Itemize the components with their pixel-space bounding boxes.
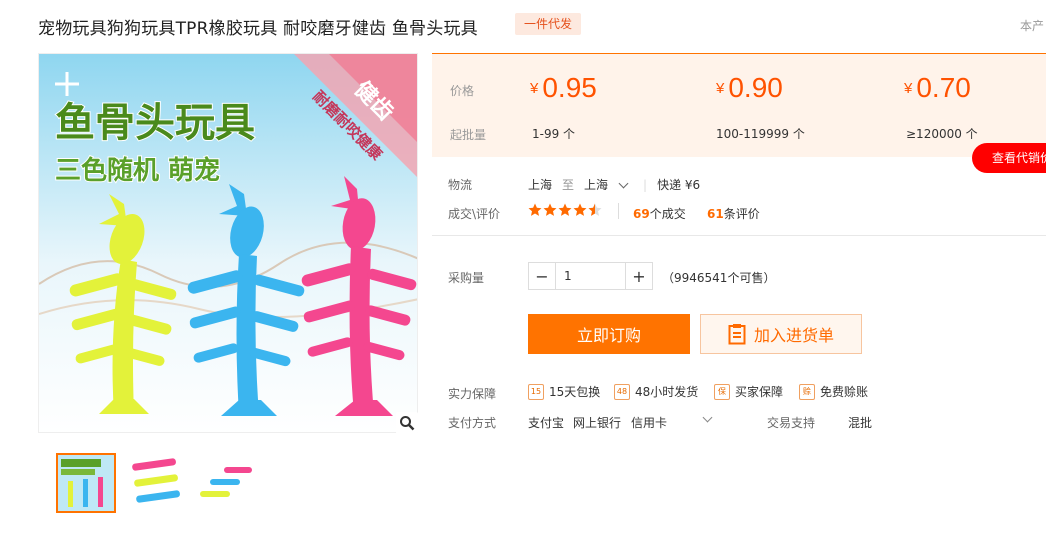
banner-title: 鱼骨头玩具 (55, 100, 255, 146)
logistics-label: 物流 (448, 178, 473, 192)
shipping-fee: 快递 ¥6 (657, 178, 701, 192)
price-tier-3: ¥0.70 (904, 72, 971, 104)
increase-button[interactable]: + (626, 263, 652, 289)
deals-reviews-label: 成交\评价 (448, 207, 501, 221)
separator: | (643, 177, 648, 192)
to-word: 至 (562, 178, 575, 192)
add-to-cart-button[interactable]: 加入进货单 (700, 314, 862, 354)
star-rating (528, 203, 602, 220)
section-divider (432, 235, 1046, 236)
divider (618, 203, 619, 219)
banner-subtitle: 三色随机 萌宠 (55, 155, 220, 186)
add-to-cart-label: 加入进货单 (753, 326, 834, 345)
price-tier-1: ¥0.95 (530, 72, 597, 104)
currency-symbol: ¥ (716, 80, 725, 97)
payment-label: 支付方式 (448, 416, 497, 430)
currency-symbol: ¥ (530, 80, 539, 97)
price-value: 0.90 (728, 72, 783, 103)
main-product-image[interactable]: 健齿 耐磨耐咬健康 鱼骨头玩具 三色随机 萌宠 (38, 53, 418, 433)
quantity-input[interactable]: 1 (555, 263, 626, 289)
chevron-down-icon[interactable] (618, 178, 629, 188)
price-value: 0.70 (916, 72, 971, 103)
tier-3-range: ≥120000 个 (906, 127, 978, 141)
guarantee-48h-ship[interactable]: 48 48小时发货 (614, 383, 698, 400)
mixed-batch-value: 混批 (848, 416, 873, 430)
payment-online-bank: 网上银行 (573, 416, 622, 430)
price-label: 价格 (450, 84, 475, 98)
guarantee-label: 实力保障 (448, 387, 497, 401)
origin-city: 上海 (528, 178, 553, 192)
price-value: 0.95 (542, 72, 597, 103)
trade-support-label: 交易支持 (767, 416, 816, 430)
zoom-icon[interactable] (396, 412, 418, 434)
product-title: 宠物玩具狗狗玩具TPR橡胶玩具 耐咬磨牙健齿 鱼骨头玩具 (38, 19, 478, 39)
tier-1-range: 1-99 个 (532, 127, 576, 141)
dropship-badge[interactable]: 一件代发 (515, 13, 582, 35)
quantity-stepper: − 1 + (528, 262, 653, 290)
reviews-count[interactable]: 61条评价 (707, 205, 760, 222)
free-credit-icon: 赊 (799, 383, 815, 400)
tier-2-range: 100-119999 个 (716, 127, 805, 141)
logistics-route[interactable]: 上海 至 上海 | 快递 ¥6 (528, 176, 700, 193)
clipboard-icon (728, 324, 746, 345)
stock-count: （9946541个可售） (662, 271, 776, 285)
decrease-button[interactable]: − (529, 263, 555, 289)
currency-symbol: ¥ (904, 80, 913, 97)
chevron-down-icon[interactable] (702, 412, 713, 423)
15-day-return-icon: 15 (528, 383, 544, 400)
deals-count[interactable]: 69个成交 (633, 205, 686, 222)
payment-alipay: 支付宝 (528, 416, 565, 430)
guarantee-15-day-return[interactable]: 15 15天包换 (528, 383, 600, 400)
right-edge-hint: 本产 (1020, 19, 1045, 33)
payment-credit-card: 信用卡 (631, 416, 668, 430)
product-illustration: 健齿 耐磨耐咬健康 鱼骨头玩具 三色随机 萌宠 (39, 54, 417, 432)
48h-ship-icon: 48 (614, 383, 630, 400)
buyer-protection-icon: 保 (714, 383, 730, 400)
thumbnail-2[interactable] (126, 453, 186, 513)
guarantee-buyer-protection[interactable]: 保 买家保障 (714, 383, 783, 400)
thumbnail-3[interactable] (196, 453, 256, 513)
guarantee-free-credit[interactable]: 赊 免费赊账 (799, 383, 868, 400)
thumbnail-1[interactable] (56, 453, 116, 513)
price-tier-2: ¥0.90 (716, 72, 783, 104)
moq-label: 起批量 (450, 128, 487, 142)
view-agent-price-button[interactable]: 查看代销价 (972, 143, 1046, 173)
destination-city: 上海 (584, 178, 609, 192)
quantity-label: 采购量 (448, 271, 485, 285)
buy-now-button[interactable]: 立即订购 (528, 314, 690, 354)
